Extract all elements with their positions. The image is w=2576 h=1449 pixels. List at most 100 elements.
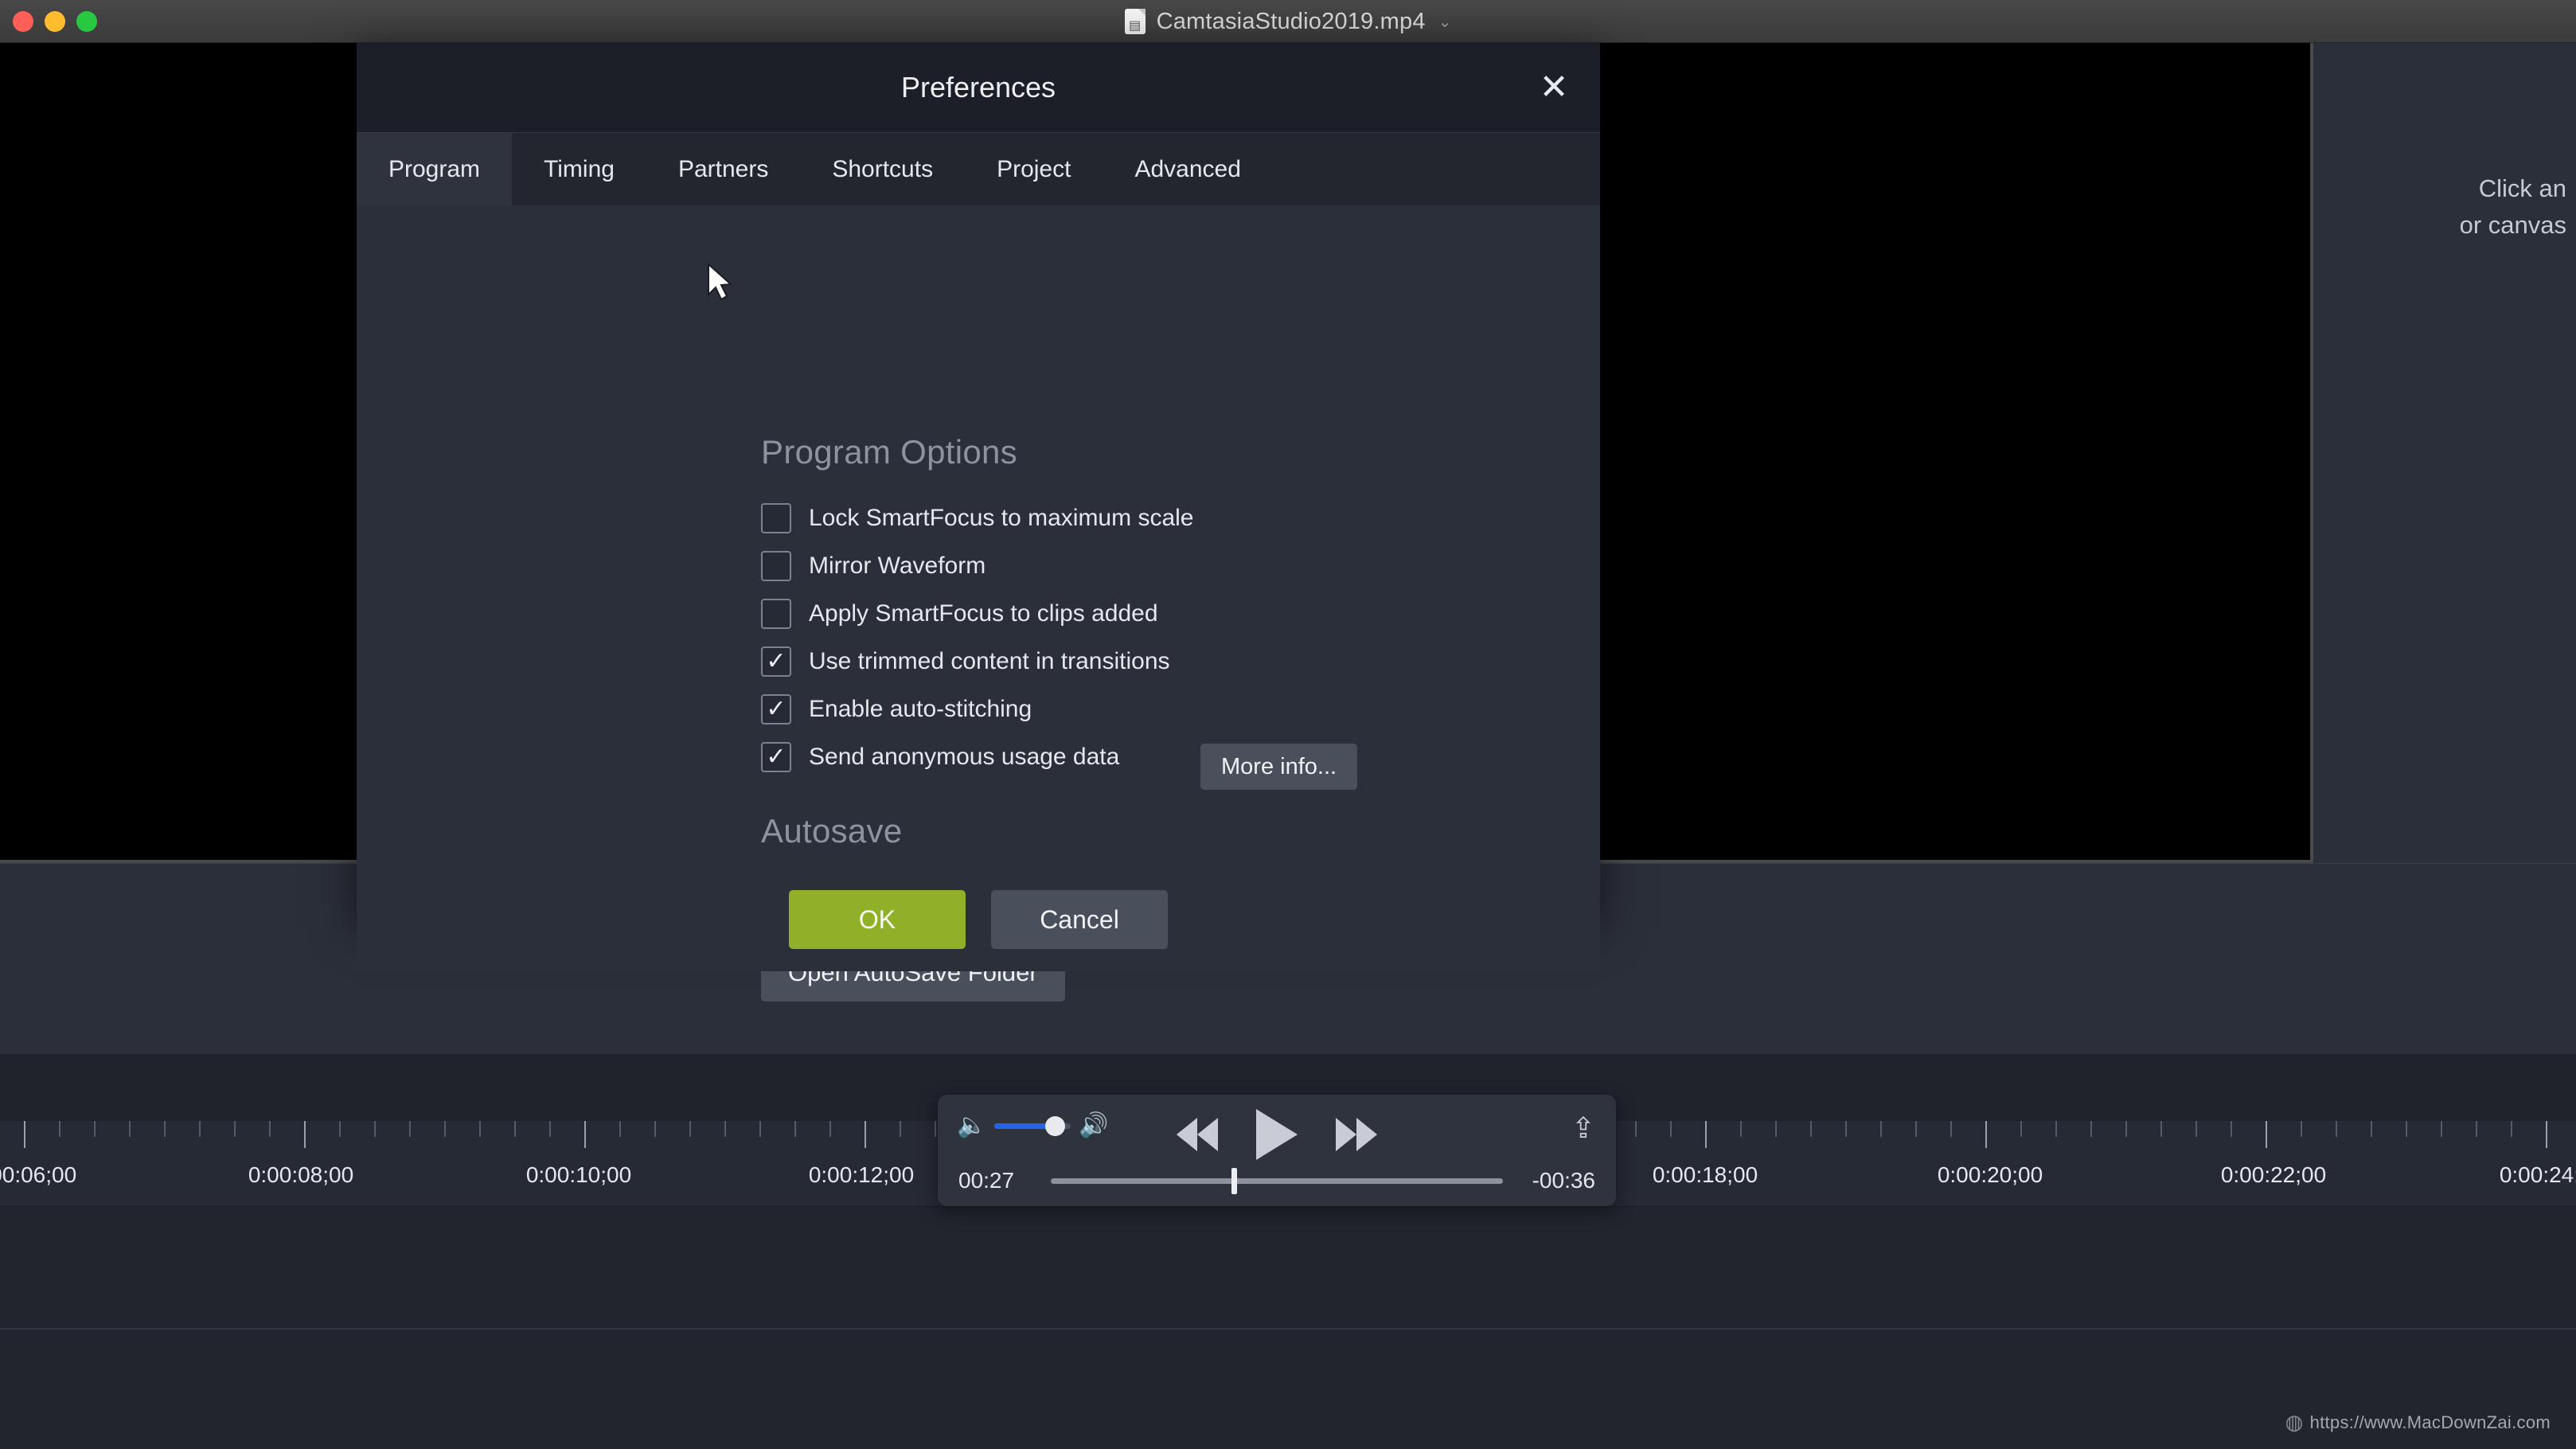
mouse-cursor [708, 263, 733, 301]
timeline-tick [654, 1121, 656, 1137]
chevron-down-icon[interactable]: ⌄ [1438, 12, 1452, 32]
program-option-row[interactable]: ✓ Send anonymous usage data [761, 742, 1119, 772]
timeline-tick [2406, 1121, 2407, 1137]
tab-partners[interactable]: Partners [646, 133, 800, 205]
timeline-tick [549, 1121, 551, 1137]
site-watermark: ◍ https://www.MacDownZai.com [2285, 1410, 2551, 1435]
cancel-button[interactable]: Cancel [991, 890, 1168, 949]
program-option-label: Lock SmartFocus to maximum scale [809, 505, 1194, 531]
player-elapsed-time: 00:27 [958, 1168, 1015, 1193]
timeline-tick [2055, 1121, 2057, 1137]
timeline-tick [689, 1121, 691, 1137]
timeline-tick [339, 1121, 341, 1137]
program-option-label: Send anonymous usage data [809, 744, 1120, 770]
timeline-tick [2546, 1121, 2547, 1148]
timeline-tick [2511, 1121, 2512, 1137]
timeline-tick [759, 1121, 761, 1137]
program-option-checkbox[interactable]: ✓ [761, 503, 791, 533]
timeline-time-label: 0:00:24;00 [2499, 1162, 2576, 1187]
timeline-tick [164, 1121, 166, 1137]
timeline-tick [2476, 1121, 2477, 1137]
timeline-tick [94, 1121, 96, 1137]
tab-program[interactable]: Program [357, 133, 513, 205]
program-option-row[interactable]: ✓ Mirror Waveform [761, 551, 986, 581]
volume-slider-knob[interactable] [1045, 1115, 1066, 1136]
timeline-tick [1810, 1121, 1812, 1137]
program-option-checkbox[interactable]: ✓ [761, 551, 791, 581]
timeline-tick [900, 1121, 901, 1137]
watermark-text: https://www.MacDownZai.com [2309, 1412, 2551, 1432]
timeline-tick [444, 1121, 446, 1137]
document-icon-glyph: ▤ [1129, 19, 1142, 33]
canvas-hint-line-1: Click an [2478, 174, 2566, 202]
program-option-checkbox[interactable]: ✓ [761, 646, 791, 677]
tab-shortcuts[interactable]: Shortcuts [800, 133, 965, 205]
timeline-tick [619, 1121, 621, 1137]
timeline-tick [304, 1121, 306, 1148]
program-option-checkbox[interactable]: ✓ [761, 694, 791, 724]
window-title: CamtasiaStudio2019.mp4 [1156, 8, 1426, 34]
timeline-tick [2266, 1121, 2267, 1148]
fast-forward-button[interactable] [1336, 1118, 1377, 1151]
timeline-tick [2336, 1121, 2337, 1137]
ok-button[interactable]: OK [789, 890, 966, 949]
properties-panel: Click an or canvas [2313, 43, 2576, 895]
volume-slider[interactable] [994, 1115, 1071, 1136]
program-option-row[interactable]: ✓ Enable auto-stitching [761, 694, 1032, 724]
timeline-tick [2160, 1121, 2162, 1137]
timeline-tick [2125, 1121, 2127, 1137]
player-progress-slider[interactable] [1051, 1167, 1503, 1194]
timeline-tracks[interactable] [0, 1207, 2576, 1449]
fast-forward-icon-a [1336, 1118, 1356, 1151]
timeline-tick [24, 1121, 25, 1148]
timeline-tick [374, 1121, 376, 1137]
rewind-icon-a [1177, 1118, 1197, 1151]
timeline-tick [2231, 1121, 2232, 1137]
tab-advanced[interactable]: Advanced [1103, 133, 1272, 205]
player-playhead[interactable] [1231, 1167, 1238, 1194]
timeline-tick [1635, 1121, 1637, 1137]
program-option-checkbox[interactable]: ✓ [761, 742, 791, 772]
timeline-tick [479, 1121, 481, 1137]
timeline-tick [829, 1121, 831, 1137]
more-info-button[interactable]: More info... [1200, 744, 1358, 790]
canvas-hint-line-2: or canvas [2459, 211, 2566, 239]
close-icon[interactable]: ✕ [1530, 64, 1578, 111]
speaker-high-icon: 🔊 [1079, 1112, 1109, 1138]
timeline-tick [2301, 1121, 2302, 1137]
program-options-heading: Program Options [761, 433, 1017, 471]
timeline-tick [865, 1121, 866, 1148]
timeline-tick [1705, 1121, 1707, 1148]
program-option-row[interactable]: ✓ Use trimmed content in transitions [761, 646, 1170, 677]
window-titlebar: ▤ CamtasiaStudio2019.mp4 ⌄ [0, 0, 2576, 43]
dialog-header: Preferences ✕ [357, 43, 1600, 132]
timeline-tick [129, 1121, 131, 1137]
rewind-button[interactable] [1177, 1118, 1218, 1151]
document-icon: ▤ [1124, 9, 1146, 34]
speaker-low-icon: 🔈 [957, 1112, 987, 1138]
program-option-row[interactable]: ✓ Apply SmartFocus to clips added [761, 599, 1158, 629]
watermark-mark-icon: ◍ [2285, 1410, 2304, 1434]
program-option-row[interactable]: ✓ Lock SmartFocus to maximum scale [761, 503, 1193, 533]
timeline-tick [199, 1121, 201, 1137]
check-icon: ✓ [766, 744, 786, 770]
share-icon[interactable]: ⇪ [1571, 1114, 1595, 1142]
timeline-tick [1845, 1121, 1847, 1137]
timeline-tick [2195, 1121, 2197, 1137]
tab-timing[interactable]: Timing [512, 133, 646, 205]
fast-forward-icon-b [1356, 1118, 1377, 1151]
timeline-tick [935, 1121, 936, 1137]
volume-control[interactable]: 🔈 🔊 [957, 1114, 1109, 1138]
timeline-time-label: 0:00:10;00 [525, 1162, 632, 1187]
autosave-heading: Autosave [761, 812, 903, 849]
timeline-time-label: 0:00:18;00 [1652, 1162, 1758, 1187]
program-option-checkbox[interactable]: ✓ [761, 599, 791, 629]
timeline-time-label: 0:00:06;00 [0, 1162, 77, 1187]
timeline-tick [409, 1121, 411, 1137]
player-play-button[interactable] [1256, 1109, 1298, 1160]
timeline-tick [2441, 1121, 2442, 1137]
timeline-time-label: 0:00:20;00 [1937, 1162, 2043, 1187]
check-icon: ✓ [766, 648, 786, 674]
player-progress-row: 00:27 -00:36 [938, 1167, 1616, 1194]
tab-project[interactable]: Project [965, 133, 1103, 205]
